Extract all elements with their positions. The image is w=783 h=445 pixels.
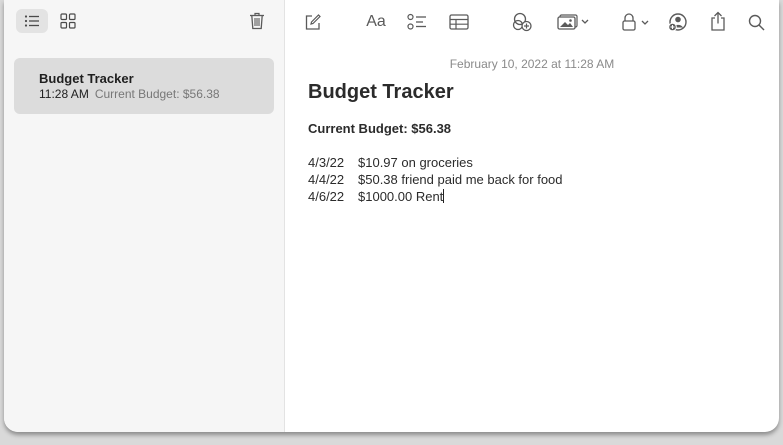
media-icon (557, 14, 589, 30)
lock-button[interactable] (618, 11, 654, 33)
note-entry: 4/3/22 $10.97 on groceries (308, 154, 563, 171)
checklist-button[interactable] (405, 11, 429, 33)
note-date: February 10, 2022 at 11:28 AM (449, 57, 615, 71)
delete-button[interactable] (244, 9, 270, 33)
note-title: Budget Tracker (308, 81, 454, 103)
compose-icon (305, 13, 321, 30)
share-person-icon (667, 13, 687, 32)
share-people-button[interactable] (666, 10, 690, 34)
entry-text: $1000.00 Rent (358, 189, 444, 204)
list-icon (24, 15, 39, 27)
entry-text: $50.38 friend paid me back for food (358, 172, 563, 187)
share-icon (711, 11, 725, 31)
lock-icon (622, 13, 649, 31)
collaborate-button[interactable] (510, 10, 534, 34)
media-button[interactable] (553, 11, 595, 33)
gallery-view-button[interactable] (54, 9, 82, 33)
note-entries: 4/3/22 $10.97 on groceries 4/4/22 $50.38 f… (308, 154, 563, 205)
grid-icon (60, 13, 76, 29)
table-icon (449, 14, 469, 30)
list-view-button[interactable] (16, 9, 48, 33)
entry-date: 4/4/22 (308, 172, 345, 187)
new-note-button[interactable] (301, 11, 323, 33)
entry-date: 4/6/22 (308, 189, 345, 204)
collaborate-icon (512, 12, 532, 32)
note-entry: 4/6/22 $1000.00 Rent (308, 188, 563, 205)
sidebar-toolbar (4, 0, 284, 44)
note-entry: 4/4/22 $50.38 friend paid me back for foo… (308, 171, 563, 188)
format-button[interactable]: Aa (363, 11, 389, 33)
trash-icon (250, 12, 264, 30)
table-button[interactable] (447, 11, 471, 33)
checklist-icon (407, 13, 426, 30)
editor-toolbar: Aa (285, 0, 779, 44)
search-icon (748, 14, 765, 31)
format-icon: Aa (366, 13, 386, 30)
notes-window: Budget Tracker 11:28 AM Current Budget: $… (4, 0, 779, 432)
share-button[interactable] (707, 9, 729, 33)
note-item-preview: Current Budget: $56.38 (94, 87, 220, 101)
note-list-item[interactable]: Budget Tracker 11:28 AM Current Budget: $… (14, 58, 274, 114)
note-item-time: 11:28 AM (39, 87, 89, 101)
sidebar: Budget Tracker 11:28 AM Current Budget: $… (4, 0, 285, 432)
entry-text: $10.97 on groceries (358, 155, 473, 170)
text-caret (443, 189, 445, 203)
note-item-title: Budget Tracker (39, 71, 134, 86)
note-item-meta: 11:28 AM Current Budget: $56.38 (39, 87, 220, 101)
note-subtitle: Current Budget: $56.38 (308, 121, 452, 136)
search-button[interactable] (745, 11, 767, 33)
entry-date: 4/3/22 (308, 155, 345, 170)
note-editor[interactable]: February 10, 2022 at 11:28 AM Budget Tra… (285, 44, 779, 432)
